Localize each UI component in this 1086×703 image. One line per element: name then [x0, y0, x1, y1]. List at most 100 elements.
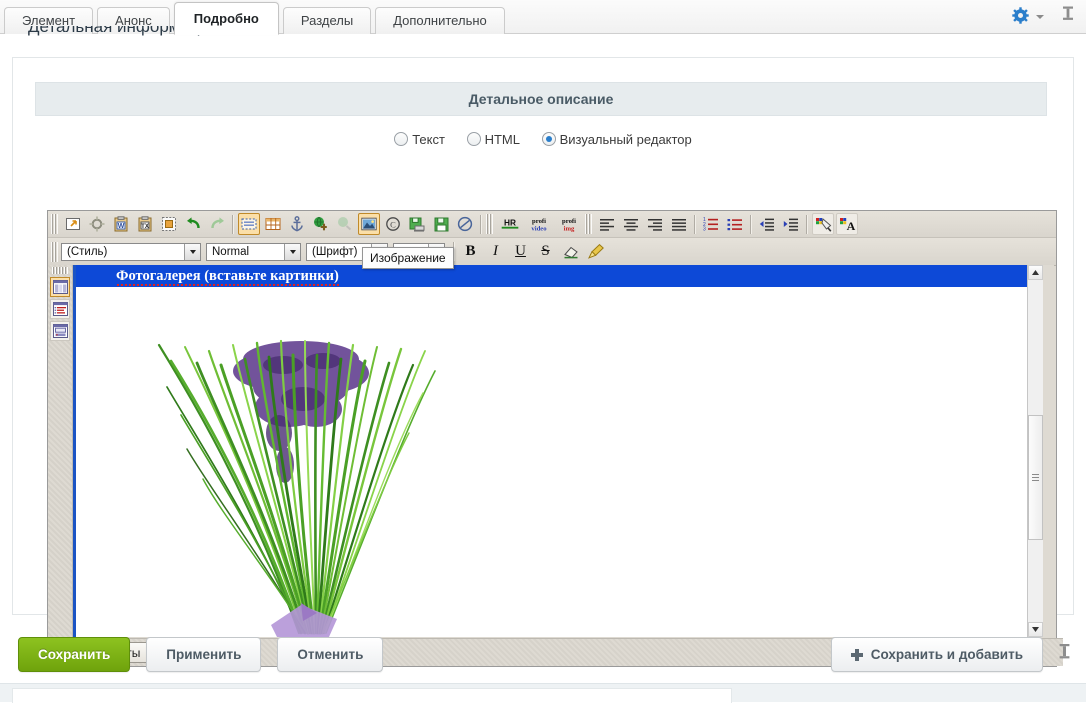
select-all-icon[interactable] [158, 213, 180, 235]
profi-img-icon[interactable]: profiimg [555, 213, 583, 235]
gallery-heading-text: Фотогалерея (вставьте картинки) [116, 268, 339, 286]
svg-text:profi: profi [532, 218, 546, 225]
strikethrough-button[interactable]: S [535, 241, 556, 262]
radio-text[interactable]: Текст [394, 132, 445, 147]
svg-text:profi: profi [562, 218, 576, 225]
text-color-icon[interactable]: A [836, 213, 858, 235]
svg-text:HR: HR [504, 217, 516, 227]
outdent-icon[interactable] [756, 213, 778, 235]
radio-circle-selected-icon[interactable] [542, 132, 556, 146]
table-icon[interactable] [262, 213, 284, 235]
panel-layout-3-icon[interactable] [50, 321, 70, 341]
chevron-down-icon[interactable] [1036, 15, 1044, 19]
svg-text:3: 3 [703, 227, 706, 231]
unlink-icon[interactable] [334, 213, 356, 235]
scrollbar-thumb[interactable] [1028, 415, 1043, 540]
editor-scrollbar[interactable] [1027, 265, 1043, 637]
radio-circle-icon[interactable] [394, 132, 408, 146]
align-center-icon[interactable] [620, 213, 642, 235]
apply-button[interactable]: Применить [146, 637, 261, 672]
format-select[interactable]: Normal [206, 243, 301, 261]
toolbar-separator [480, 215, 482, 234]
eraser-button[interactable] [560, 241, 581, 262]
scrollbar-grip-icon [1032, 474, 1039, 481]
horizontal-rule-icon[interactable]: HR [497, 213, 523, 235]
align-left-icon[interactable] [596, 213, 618, 235]
radio-label: HTML [485, 132, 520, 147]
editor-toolbar-row-2: (Стиль) Normal (Шрифт) B I U S [48, 238, 1056, 266]
align-right-icon[interactable] [644, 213, 666, 235]
visual-editor: W TX C HR profivideo pro [47, 210, 1057, 667]
redo-icon[interactable] [206, 213, 228, 235]
svg-text:img: img [564, 226, 575, 233]
profi-video-icon[interactable]: profivideo [525, 213, 553, 235]
editor-side-panel [48, 265, 73, 637]
gallery-heading: Фотогалерея (вставьте картинки) [76, 265, 1043, 287]
tab-podrobno[interactable]: Подробно [174, 2, 279, 35]
editor-toolbar-row-1: W TX C HR profivideo pro [48, 211, 1056, 238]
radio-visual-editor[interactable]: Визуальный редактор [542, 132, 692, 147]
paste-from-word-icon[interactable]: W [110, 213, 132, 235]
toolbar-separator [694, 215, 696, 234]
panel-layout-2-icon[interactable] [50, 299, 70, 319]
toolbar-separator [750, 215, 752, 234]
format-painter-button[interactable] [585, 241, 606, 262]
detail-panel: Детальное описание Текст HTML Визуальный… [12, 57, 1074, 615]
style-select-value: (Стиль) [62, 246, 184, 258]
unordered-list-icon[interactable] [724, 213, 746, 235]
toolbar-grip[interactable] [585, 214, 592, 234]
form-actions: Сохранить Применить Отменить [18, 637, 383, 672]
svg-text:TX: TX [141, 224, 149, 230]
chevron-down-icon[interactable] [284, 244, 300, 260]
radio-circle-icon[interactable] [467, 132, 481, 146]
radio-label: Визуальный редактор [560, 132, 692, 147]
underline-button[interactable]: U [510, 241, 531, 262]
scroll-up-arrow[interactable] [1028, 265, 1043, 280]
tab-label: Подробно [194, 11, 259, 26]
undo-icon[interactable] [182, 213, 204, 235]
svg-text:video: video [531, 226, 547, 233]
gear-icon[interactable] [1012, 7, 1029, 24]
radio-html[interactable]: HTML [467, 132, 520, 147]
ordered-list-icon[interactable]: 123 [700, 213, 722, 235]
toolbar-grip[interactable] [51, 214, 58, 234]
align-justify-icon[interactable] [668, 213, 690, 235]
italic-button[interactable]: I [485, 241, 506, 262]
editor-canvas[interactable]: Фотогалерея (вставьте картинки) [73, 265, 1043, 637]
insert-block-icon[interactable] [238, 213, 260, 235]
anchor-icon[interactable] [286, 213, 308, 235]
paste-as-text-icon[interactable]: TX [134, 213, 156, 235]
toolbar-grip[interactable] [486, 214, 493, 234]
scroll-down-arrow[interactable] [1028, 622, 1043, 637]
background-color-icon[interactable] [812, 213, 834, 235]
tab-bar-controls [1012, 5, 1076, 25]
cancel-button[interactable]: Отменить [277, 637, 383, 672]
save-as-icon[interactable] [406, 213, 428, 235]
pin-icon[interactable] [1057, 642, 1072, 667]
section-title: Детальное описание [35, 82, 1047, 116]
panel-layout-1-icon[interactable] [50, 277, 70, 297]
bouquet-image[interactable] [151, 337, 441, 637]
svg-text:C: C [390, 219, 396, 229]
side-panel-grip[interactable] [52, 267, 68, 274]
save-and-add-button[interactable]: Сохранить и добавить [831, 637, 1043, 672]
image-button-tooltip: Изображение [362, 247, 454, 269]
plus-icon [851, 649, 863, 661]
toolbar-grip[interactable] [51, 242, 58, 262]
pin-icon[interactable] [1060, 5, 1076, 25]
save-icon[interactable] [430, 213, 452, 235]
chevron-down-icon[interactable] [184, 244, 200, 260]
link-icon[interactable] [310, 213, 332, 235]
style-select[interactable]: (Стиль) [61, 243, 201, 261]
toolbar-separator [806, 215, 808, 234]
image-icon[interactable] [358, 213, 380, 235]
no-entry-icon[interactable] [454, 213, 476, 235]
format-select-value: Normal [207, 246, 284, 258]
copyright-icon[interactable]: C [382, 213, 404, 235]
editor-settings-icon[interactable] [86, 213, 108, 235]
indent-icon[interactable] [780, 213, 802, 235]
save-button[interactable]: Сохранить [18, 637, 130, 672]
editor-mode-radios: Текст HTML Визуальный редактор [13, 132, 1073, 147]
bold-button[interactable]: B [460, 241, 481, 262]
fullscreen-icon[interactable] [62, 213, 84, 235]
